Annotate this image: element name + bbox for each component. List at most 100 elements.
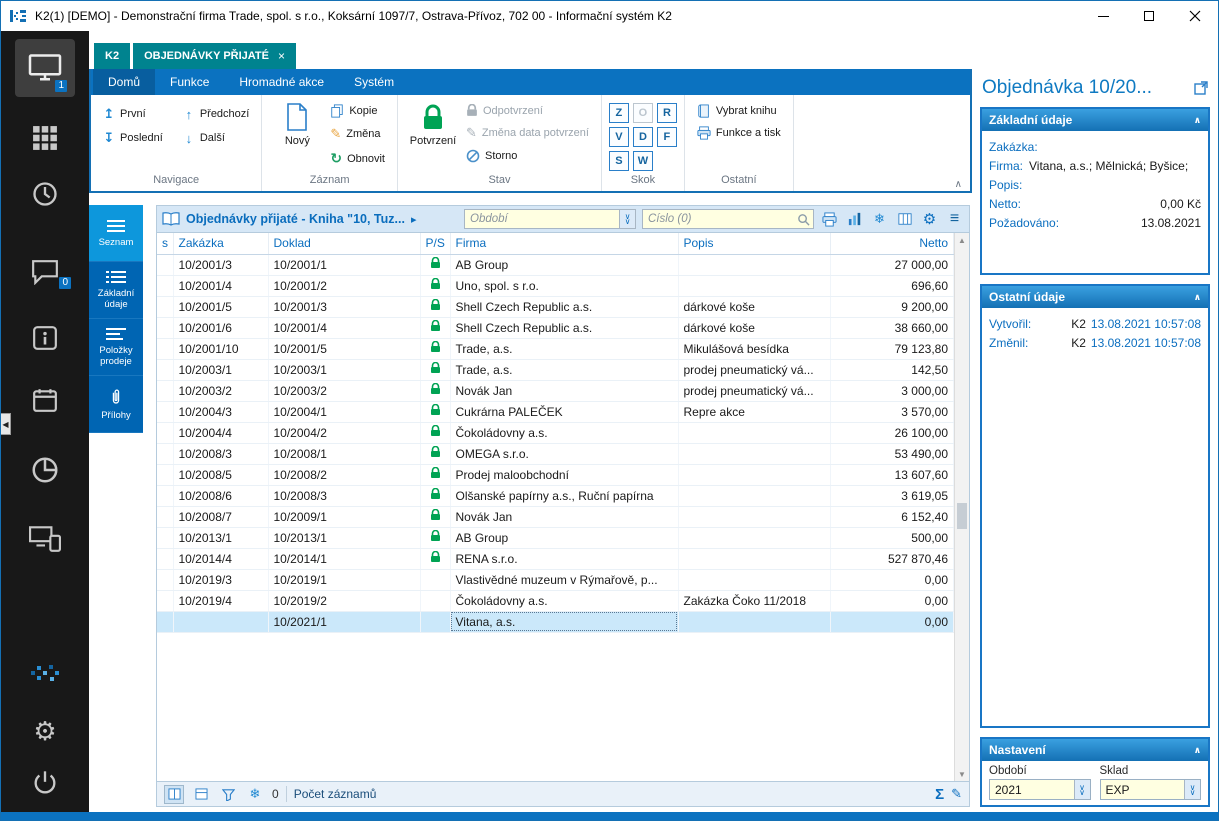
view-tab-seznam[interactable]: Seznam <box>89 205 143 262</box>
ribbon-tab-funkce[interactable]: Funkce <box>155 69 224 95</box>
modules-button[interactable] <box>1 123 89 153</box>
desktop-module-button[interactable]: 1 <box>15 39 75 97</box>
view-tab-prilohy[interactable]: Přílohy <box>89 376 143 433</box>
table-row[interactable]: 10/2001/3 10/2001/1 AB Group 27 000,00 <box>157 254 954 275</box>
chevron-down-icon[interactable] <box>1184 780 1200 799</box>
grid-settings-button[interactable]: ⚙ <box>920 210 939 229</box>
print-button[interactable] <box>820 210 839 229</box>
col-header-doklad[interactable]: Doklad <box>268 233 420 254</box>
tab-k2-home[interactable]: K2 <box>94 43 130 69</box>
number-search-field[interactable]: Číslo (0) <box>642 209 814 229</box>
settings-button[interactable]: ⚙ <box>1 716 89 746</box>
ribbon-tab-hromadne-akce[interactable]: Hromadné akce <box>224 69 339 95</box>
first-button[interactable]: ↥První <box>98 102 168 126</box>
scrollbar-thumb[interactable] <box>957 503 967 529</box>
section-header-nastaveni[interactable]: Nastavení ∧ <box>982 739 1208 761</box>
open-in-window-icon[interactable] <box>1194 81 1208 95</box>
collapse-chevron-icon[interactable]: ∧ <box>1194 745 1201 756</box>
group-button[interactable]: ❄ <box>245 785 265 804</box>
collapse-chevron-icon[interactable]: ∧ <box>1194 115 1201 126</box>
copy-button[interactable]: Kopie <box>325 102 390 120</box>
table-row[interactable]: 10/2021/1 Vitana, a.s. 0,00 <box>157 611 954 632</box>
view-tab-polozky-prodeje[interactable]: Položky prodeje <box>89 319 143 376</box>
filter-button[interactable] <box>218 785 238 804</box>
edit-button[interactable]: ✎Změna <box>325 124 390 144</box>
jump-key-s[interactable]: S <box>609 151 629 171</box>
confirm-button[interactable]: Potvrzení <box>405 98 461 174</box>
unconfirm-button[interactable]: Odpotvrzení <box>461 102 594 119</box>
col-header-popis[interactable]: Popis <box>678 233 830 254</box>
select-book-button[interactable]: Vybrat knihu <box>692 102 786 120</box>
collapse-chevron-icon[interactable]: ∧ <box>1194 292 1201 303</box>
table-row[interactable]: 10/2004/3 10/2004/1 Cukrárna PALEČEK Rep… <box>157 401 954 422</box>
devices-button[interactable] <box>1 523 89 553</box>
jump-key-z[interactable]: Z <box>609 103 629 123</box>
table-row[interactable]: 10/2008/5 10/2008/2 Prodej maloobchodní … <box>157 464 954 485</box>
vertical-scrollbar[interactable]: ▲ ▼ <box>954 233 969 781</box>
scroll-down-icon[interactable]: ▼ <box>958 767 966 781</box>
tab-close-icon[interactable]: × <box>278 49 285 63</box>
table-row[interactable]: 10/2001/10 10/2001/5 Trade, a.s. Mikuláš… <box>157 338 954 359</box>
grid-menu-button[interactable]: ≡ <box>945 210 964 229</box>
jump-key-r[interactable]: R <box>657 103 677 123</box>
change-confirm-date-button[interactable]: ✎Změna data potvrzení <box>461 123 594 143</box>
info-button[interactable] <box>1 323 89 353</box>
jump-key-w[interactable]: W <box>633 151 653 171</box>
ribbon-tab-system[interactable]: Systém <box>339 69 409 95</box>
calendar-button[interactable] <box>1 385 89 415</box>
minimize-button[interactable] <box>1080 1 1126 31</box>
section-header-ostatni[interactable]: Ostatní údaje ∧ <box>982 286 1208 308</box>
ribbon-collapse-icon[interactable]: ∧ <box>955 179 962 190</box>
table-row[interactable]: 10/2008/6 10/2008/3 Olšanské papírny a.s… <box>157 485 954 506</box>
power-button[interactable] <box>1 768 89 798</box>
tab-objednavky-prijate[interactable]: OBJEDNÁVKY PŘIJATÉ × <box>133 43 296 69</box>
col-header-s[interactable]: s <box>157 233 173 254</box>
view-tab-zakladni-udaje[interactable]: Základní údaje <box>89 262 143 319</box>
columns-button[interactable] <box>895 210 914 229</box>
history-button[interactable] <box>1 179 89 209</box>
new-record-button[interactable]: Nový <box>269 98 325 174</box>
functions-print-button[interactable]: Funkce a tisk <box>692 124 786 142</box>
previous-button[interactable]: ↑Předchozí <box>178 102 255 126</box>
ribbon-tab-domu[interactable]: Domů <box>93 69 155 95</box>
edit-cell-icon[interactable]: ✎ <box>951 786 962 802</box>
section-header-zakladni[interactable]: Základní údaje ∧ <box>982 109 1208 131</box>
period-filter-combo[interactable]: Období <box>464 209 636 229</box>
column-view-toggle[interactable] <box>164 785 184 804</box>
record-count-button[interactable]: Počet záznamů <box>294 787 377 801</box>
next-button[interactable]: ↓Další <box>178 126 255 150</box>
col-header-ps[interactable]: P/S <box>420 233 450 254</box>
book-selector-arrow-icon[interactable]: ▸ <box>411 213 417 226</box>
table-row[interactable]: 10/2003/2 10/2003/2 Novák Jan prodej pne… <box>157 380 954 401</box>
table-row[interactable]: 10/2001/4 10/2001/2 Uno, spol. s r.o. 69… <box>157 275 954 296</box>
web-export-button[interactable]: ❄ <box>870 210 889 229</box>
table-row[interactable]: 10/2019/4 10/2019/2 Čokoládovny a.s. Zak… <box>157 590 954 611</box>
panel-collapse-handle[interactable]: ◀ <box>1 413 11 435</box>
refresh-button[interactable]: ↻Obnovit <box>325 148 390 169</box>
card-view-toggle[interactable] <box>191 785 211 804</box>
last-button[interactable]: ↧Poslední <box>98 126 168 150</box>
jump-key-o[interactable]: O <box>633 103 653 123</box>
col-header-firma[interactable]: Firma <box>450 233 678 254</box>
scroll-up-icon[interactable]: ▲ <box>958 233 966 247</box>
chart-button[interactable] <box>845 210 864 229</box>
table-row[interactable]: 10/2013/1 10/2013/1 AB Group 500,00 <box>157 527 954 548</box>
storno-button[interactable]: Storno <box>461 147 594 165</box>
chevron-down-icon[interactable] <box>619 210 635 228</box>
period-setting-combo[interactable]: 2021 <box>989 779 1091 800</box>
chevron-down-icon[interactable] <box>1074 780 1090 799</box>
table-row[interactable]: 10/2008/3 10/2008/1 OMEGA s.r.o. 53 490,… <box>157 443 954 464</box>
table-row[interactable]: 10/2014/4 10/2014/1 RENA s.r.o. 527 870,… <box>157 548 954 569</box>
maximize-button[interactable] <box>1126 1 1172 31</box>
close-button[interactable] <box>1172 1 1218 31</box>
table-row[interactable]: 10/2001/6 10/2001/4 Shell Czech Republic… <box>157 317 954 338</box>
table-row[interactable]: 10/2008/7 10/2009/1 Novák Jan 6 152,40 <box>157 506 954 527</box>
table-row[interactable]: 10/2001/5 10/2001/3 Shell Czech Republic… <box>157 296 954 317</box>
jump-key-v[interactable]: V <box>609 127 629 147</box>
reports-button[interactable] <box>1 455 89 485</box>
table-row[interactable]: 10/2003/1 10/2003/1 Trade, a.s. prodej p… <box>157 359 954 380</box>
warehouse-setting-combo[interactable]: EXP <box>1100 779 1202 800</box>
table-row[interactable]: 10/2019/3 10/2019/1 Vlastivědné muzeum v… <box>157 569 954 590</box>
jump-key-f[interactable]: F <box>657 127 677 147</box>
col-header-netto[interactable]: Netto <box>830 233 954 254</box>
